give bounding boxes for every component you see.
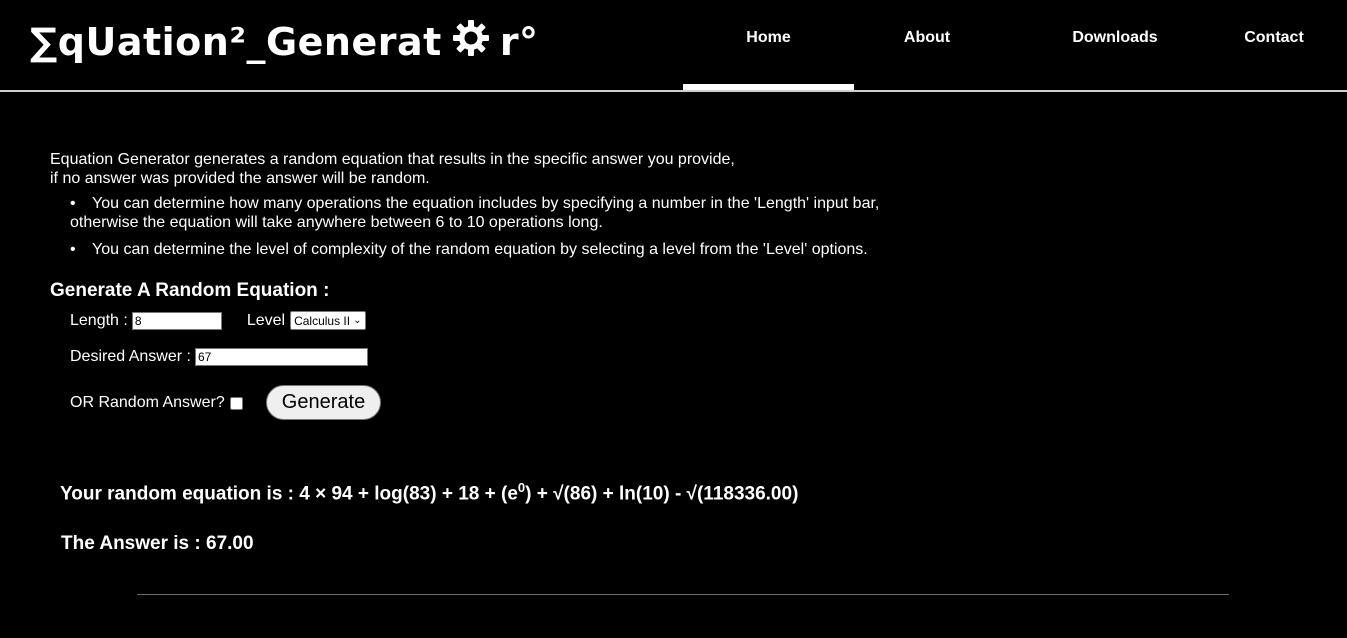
list-item-line-1: You can determine how many operations th… — [92, 195, 880, 212]
equation-prefix: Your random equation is : 4 × 94 + log(8… — [60, 483, 518, 505]
intro-line-2: if no answer was provided the answer wil… — [50, 170, 430, 187]
list-item: • You can determine the level of complex… — [70, 240, 950, 259]
level-select-value: Calculus II — [294, 313, 351, 328]
logo-text: ∑qᑌation²_Generat — [30, 20, 442, 64]
desired-answer-label: Desired Answer : — [70, 348, 191, 365]
answer-text: The Answer is : 67.00 — [61, 533, 254, 554]
site-header: ∑qᑌation²_Generat r° Home About Download… — [0, 0, 1347, 92]
logo-text-end: r° — [499, 20, 539, 64]
nav-about[interactable]: About — [880, 0, 974, 90]
bullet-icon: • — [70, 241, 76, 258]
random-answer-label: OR Random Answer? — [70, 394, 225, 411]
random-answer-row: OR Random Answer? — [70, 394, 243, 412]
length-input[interactable] — [131, 311, 222, 330]
length-level-row: Length : Level Calculus II ⌄ — [70, 311, 366, 330]
gear-icon — [452, 19, 490, 57]
random-answer-checkbox[interactable] — [229, 396, 243, 410]
list-item-line-2: otherwise the equation will take anywher… — [70, 214, 603, 231]
intro-section: Equation Generator generates a random eq… — [50, 150, 950, 267]
intro-line-1: Equation Generator generates a random eq… — [50, 151, 735, 168]
nav-about-label: About — [903, 29, 951, 46]
desired-answer-row: Desired Answer : — [70, 348, 368, 366]
footer-divider — [137, 594, 1229, 595]
nav-home-label: Home — [746, 29, 791, 46]
form-title: Generate A Random Equation : — [50, 280, 330, 301]
nav-downloads[interactable]: Downloads — [1060, 0, 1170, 90]
length-label: Length : — [70, 311, 128, 329]
nav-home[interactable]: Home — [683, 0, 854, 90]
bullet-icon: • — [70, 195, 76, 212]
chevron-down-icon: ⌄ — [353, 315, 362, 326]
level-label: Level — [246, 311, 286, 329]
desired-answer-input[interactable] — [194, 348, 368, 366]
nav-contact[interactable]: Contact — [1230, 0, 1318, 90]
level-select[interactable]: Calculus II ⌄ — [290, 311, 366, 330]
feature-list: • You can determine how many operations … — [50, 194, 950, 259]
equation-result: Your random equation is : 4 × 94 + log(8… — [60, 480, 798, 505]
list-item-line-1: You can determine the level of complexit… — [92, 241, 868, 258]
equation-suffix: ) + √(86) + ln(10) - √(118336.00) — [525, 483, 799, 505]
nav-downloads-label: Downloads — [1072, 29, 1158, 46]
nav-contact-label: Contact — [1244, 29, 1304, 46]
generate-button[interactable]: Generate — [266, 385, 381, 420]
list-item: • You can determine how many operations … — [70, 194, 950, 232]
site-logo[interactable]: ∑qᑌation²_Generat r° — [30, 14, 539, 70]
